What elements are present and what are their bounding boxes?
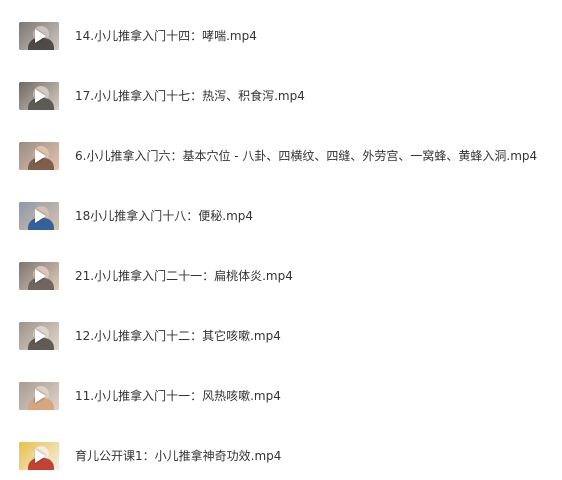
file-list: 14.小儿推拿入门十四：哮喘.mp4 17.小儿推拿入门十七：热泻、积食泻.mp… bbox=[0, 0, 562, 480]
file-name[interactable]: 21.小儿推拿入门二十一：扁桃体炎.mp4 bbox=[75, 267, 293, 285]
play-icon bbox=[35, 209, 46, 223]
file-item[interactable]: 14.小儿推拿入门十四：哮喘.mp4 bbox=[0, 16, 562, 56]
file-name[interactable]: 14.小儿推拿入门十四：哮喘.mp4 bbox=[75, 27, 257, 45]
play-icon bbox=[35, 449, 46, 463]
video-thumbnail-icon[interactable] bbox=[19, 202, 59, 230]
video-thumbnail-icon[interactable] bbox=[19, 142, 59, 170]
play-icon bbox=[35, 29, 46, 43]
file-name[interactable]: 育儿公开课1：小儿推拿神奇功效.mp4 bbox=[75, 447, 281, 465]
video-thumbnail-icon[interactable] bbox=[19, 382, 59, 410]
file-item[interactable]: 21.小儿推拿入门二十一：扁桃体炎.mp4 bbox=[0, 256, 562, 296]
play-icon bbox=[35, 89, 46, 103]
file-name[interactable]: 11.小儿推拿入门十一：风热咳嗽.mp4 bbox=[75, 387, 281, 405]
play-icon bbox=[35, 389, 46, 403]
file-name[interactable]: 18小儿推拿入门十八：便秘.mp4 bbox=[75, 207, 253, 225]
file-item[interactable]: 育儿公开课1：小儿推拿神奇功效.mp4 bbox=[0, 436, 562, 476]
video-thumbnail-icon[interactable] bbox=[19, 322, 59, 350]
video-thumbnail-icon[interactable] bbox=[19, 82, 59, 110]
file-item[interactable]: 11.小儿推拿入门十一：风热咳嗽.mp4 bbox=[0, 376, 562, 416]
play-icon bbox=[35, 329, 46, 343]
video-thumbnail-icon[interactable] bbox=[19, 22, 59, 50]
video-thumbnail-icon[interactable] bbox=[19, 442, 59, 470]
file-name[interactable]: 12.小儿推拿入门十二：其它咳嗽.mp4 bbox=[75, 327, 281, 345]
file-item[interactable]: 18小儿推拿入门十八：便秘.mp4 bbox=[0, 196, 562, 236]
file-item[interactable]: 6.小儿推拿入门六：基本穴位 - 八卦、四横纹、四缝、外劳宫、一窝蜂、黄蜂入洞.… bbox=[0, 136, 562, 176]
file-name[interactable]: 17.小儿推拿入门十七：热泻、积食泻.mp4 bbox=[75, 87, 305, 105]
file-name[interactable]: 6.小儿推拿入门六：基本穴位 - 八卦、四横纹、四缝、外劳宫、一窝蜂、黄蜂入洞.… bbox=[75, 147, 537, 165]
play-icon bbox=[35, 149, 46, 163]
play-icon bbox=[35, 269, 46, 283]
file-item[interactable]: 12.小儿推拿入门十二：其它咳嗽.mp4 bbox=[0, 316, 562, 356]
file-item[interactable]: 17.小儿推拿入门十七：热泻、积食泻.mp4 bbox=[0, 76, 562, 116]
video-thumbnail-icon[interactable] bbox=[19, 262, 59, 290]
